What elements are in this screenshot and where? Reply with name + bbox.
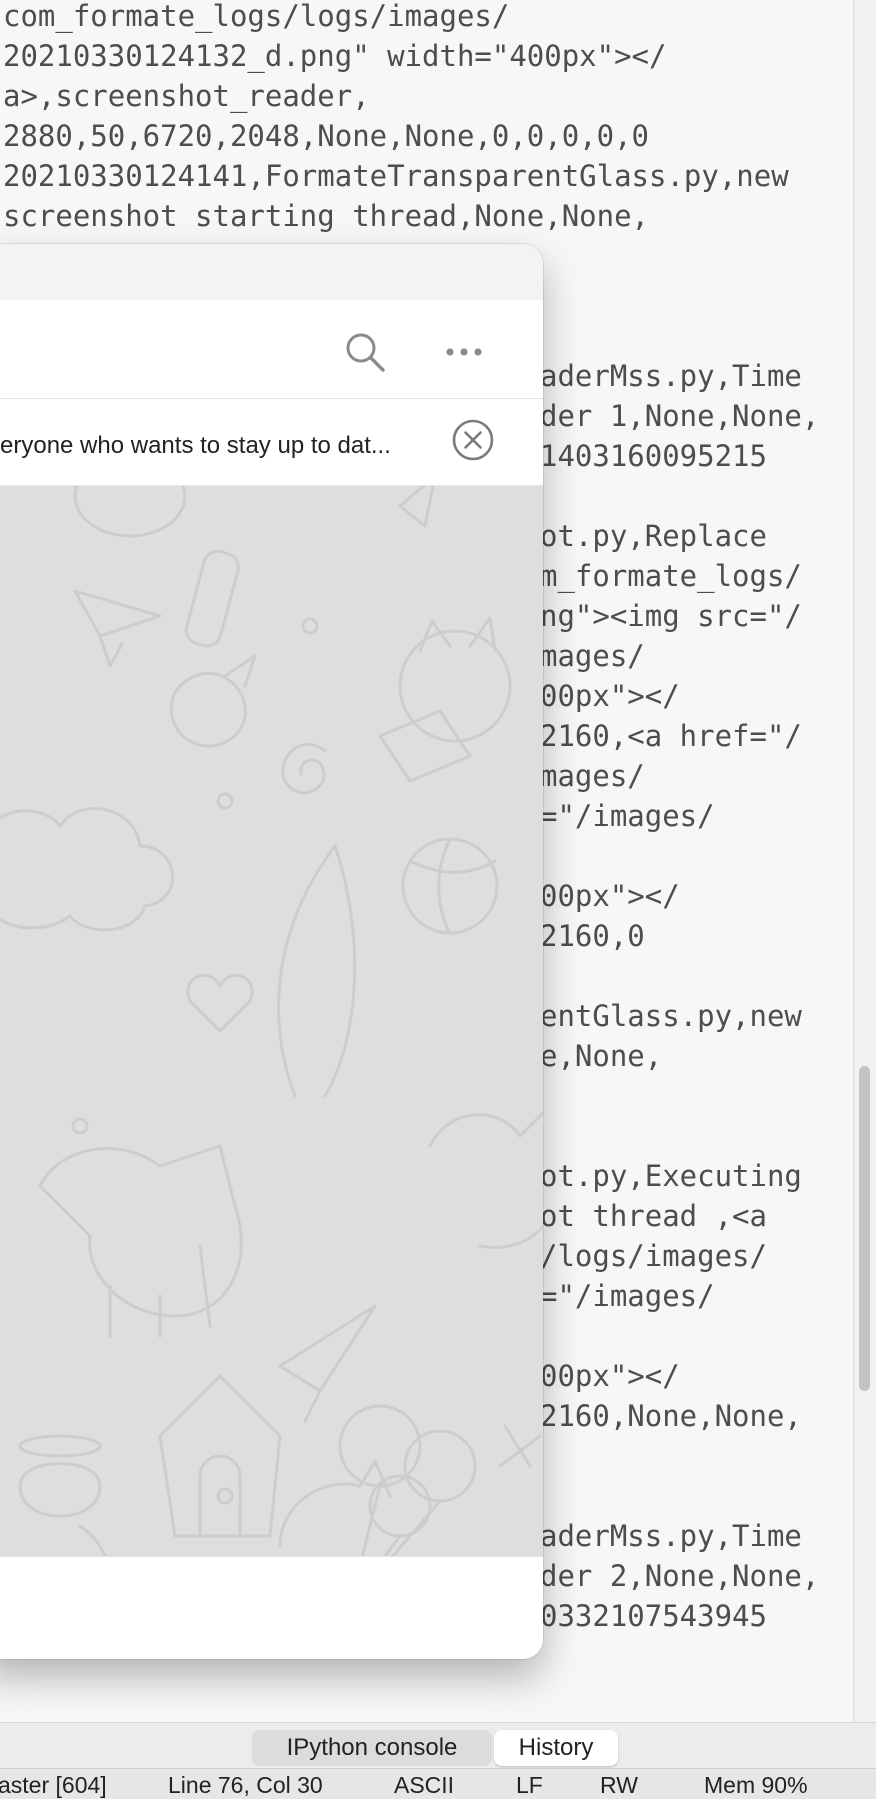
history-line: 00px"></ — [540, 1359, 680, 1393]
tab-ipython-console[interactable]: IPython console — [252, 1730, 492, 1766]
history-line: ot.py,Executing — [540, 1159, 802, 1193]
doodle-pattern — [0, 486, 543, 1556]
history-line: ot thread ,<a — [540, 1199, 767, 1233]
history-line: ot.py,Replace — [540, 519, 767, 553]
history-line: ng"><img src="/ — [540, 599, 802, 633]
history-line: der 1,None,None, — [540, 399, 820, 433]
history-line: /logs/images/ — [540, 1239, 767, 1273]
pinned-message-bar[interactable]: eryone who wants to stay up to dat... — [0, 399, 543, 486]
history-line: der 2,None,None, — [540, 1559, 820, 1593]
history-line: 00px"></ — [540, 879, 680, 913]
history-line: aderMss.py,Time — [540, 1519, 802, 1553]
status-permissions: RW — [600, 1772, 638, 1798]
message-input-bar[interactable] — [0, 1556, 543, 1659]
scrollbar-track[interactable] — [853, 0, 876, 1722]
status-encoding: ASCII — [394, 1772, 455, 1798]
history-line: com_formate_logs/logs/images/ — [3, 0, 510, 33]
pane-tab-bar: IPython console History — [0, 1722, 876, 1769]
status-memory: Mem 90% — [704, 1772, 808, 1798]
history-line: 2160,None,None, — [540, 1399, 802, 1433]
status-cursor-position: Line 76, Col 30 — [168, 1772, 323, 1798]
chat-background — [0, 486, 543, 1556]
scrollbar-thumb[interactable] — [859, 1066, 870, 1391]
status-git-branch: aster [604] — [0, 1772, 107, 1798]
pinned-message-text: eryone who wants to stay up to dat... — [0, 432, 391, 459]
chat-header — [0, 300, 543, 399]
history-line: 20210330124132_d.png" width="400px"></ — [3, 39, 667, 73]
history-line: mages/ — [540, 639, 645, 673]
history-line: entGlass.py,new — [540, 999, 802, 1033]
history-line: 1403160095215 — [540, 439, 767, 473]
status-bar: aster [604] Line 76, Col 30 ASCII LF RW … — [0, 1768, 876, 1799]
history-line: 0332107543945 — [540, 1599, 767, 1633]
search-icon[interactable] — [343, 330, 387, 374]
history-line: m_formate_logs/ — [540, 559, 802, 593]
history-line: aderMss.py,Time — [540, 359, 802, 393]
history-line: 2880,50,6720,2048,None,None,0,0,0,0,0 — [3, 119, 650, 153]
history-line: screenshot starting thread,None,None, — [3, 199, 650, 233]
history-line: ="/images/ — [540, 799, 715, 833]
history-line: a>,screenshot_reader, — [3, 79, 370, 113]
history-line: ="/images/ — [540, 1279, 715, 1313]
chat-window[interactable]: eryone who wants to stay up to dat... — [0, 244, 543, 1659]
history-line: 00px"></ — [540, 679, 680, 713]
window-titlebar[interactable] — [0, 244, 543, 300]
history-line: 2160,<a href="/ — [540, 719, 802, 753]
history-line: 20210330124141,FormateTransparentGlass.p… — [3, 159, 789, 193]
tab-history[interactable]: History — [494, 1730, 618, 1766]
history-line: 2160,0 — [540, 919, 645, 953]
history-line: e,None, — [540, 1039, 663, 1073]
close-circle-icon[interactable] — [450, 417, 496, 463]
more-icon[interactable] — [442, 330, 486, 374]
status-eol: LF — [516, 1772, 543, 1798]
history-line: mages/ — [540, 759, 645, 793]
